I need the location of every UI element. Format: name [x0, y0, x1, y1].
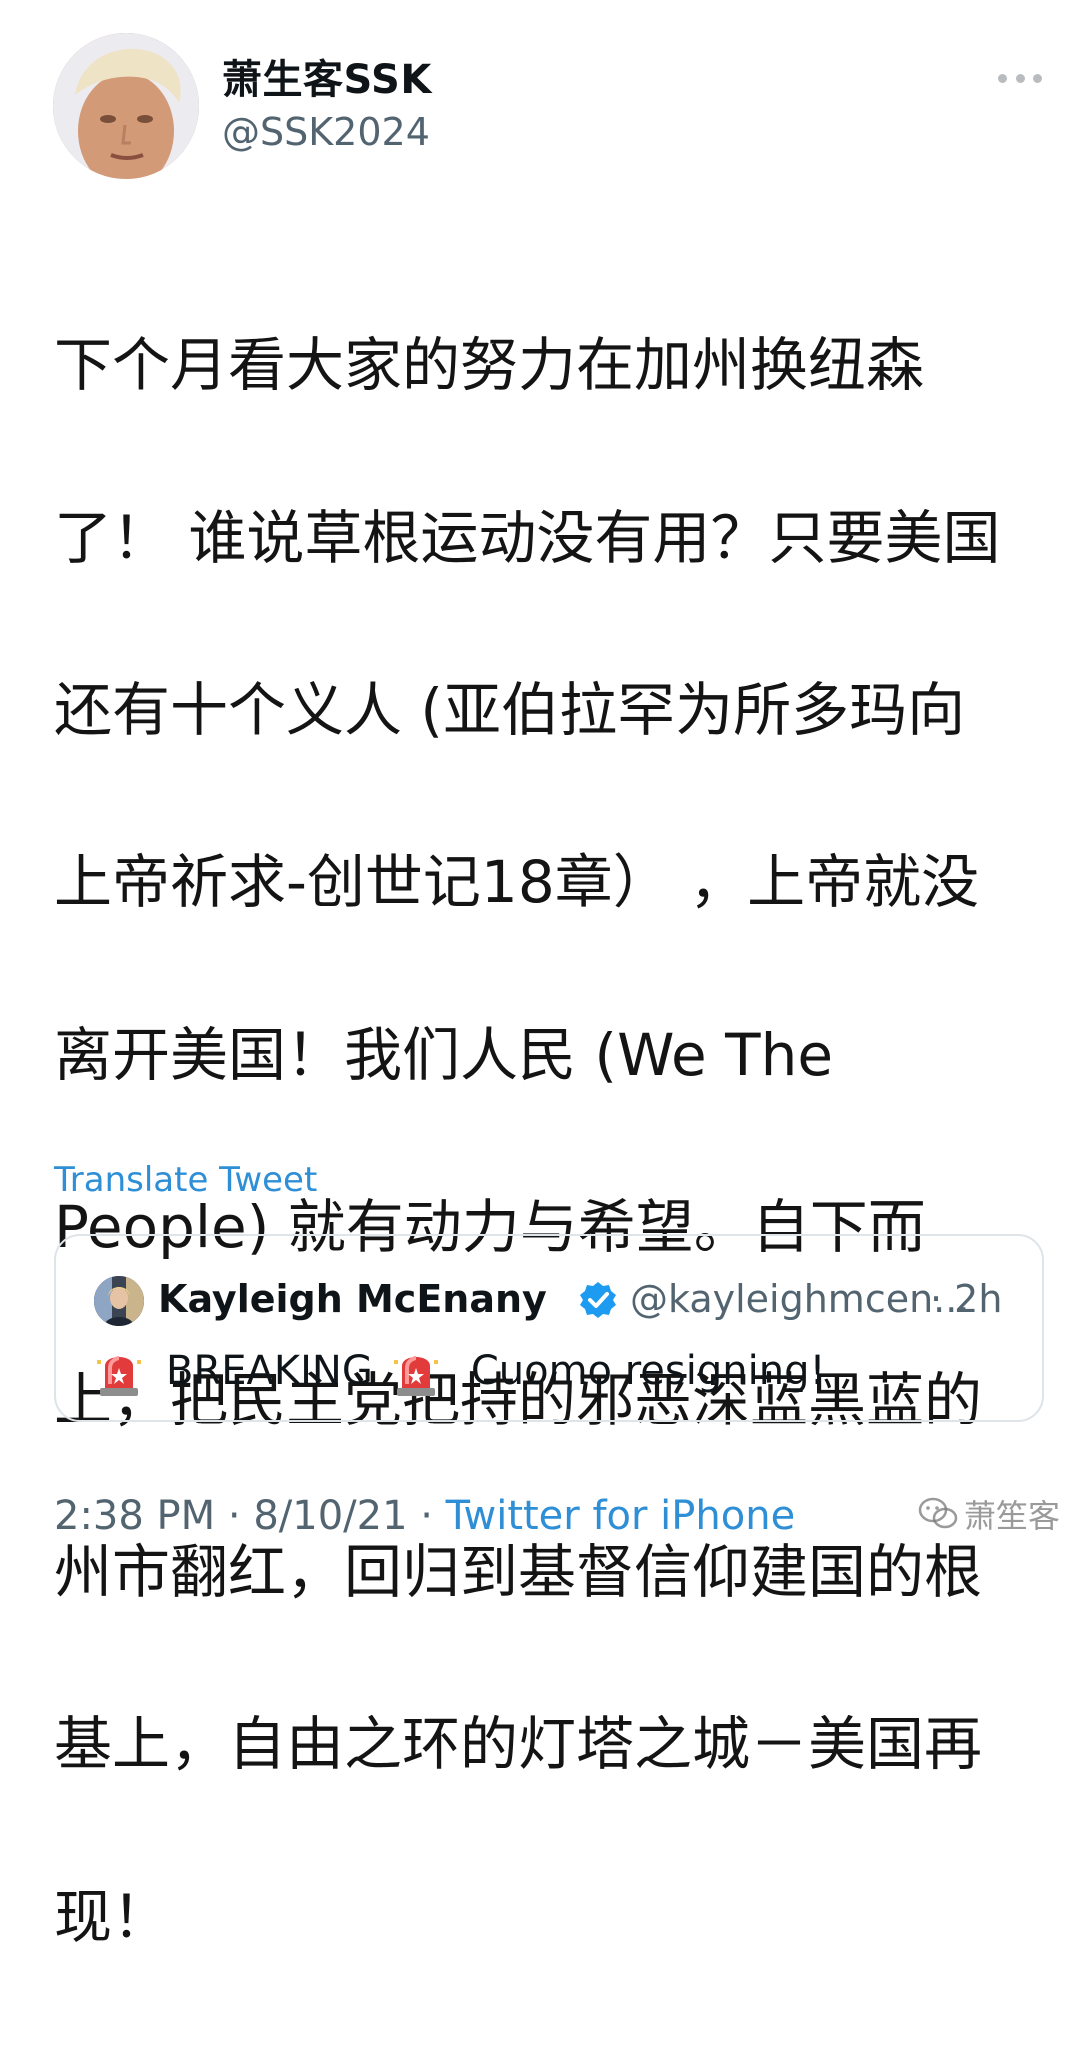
dot [1015, 73, 1025, 83]
tweet-timestamp[interactable]: 2:38 PM · 8/10/21 · [54, 1493, 446, 1539]
quoted-text-breaking: BREAKING [166, 1348, 373, 1394]
quoted-avatar-image [94, 1276, 144, 1326]
quoted-author-avatar[interactable] [94, 1276, 144, 1326]
tweet-text-line: 了！ 谁说草根运动没有用？只要美国 [54, 503, 1001, 572]
tweet-text-line: 基上，自由之环的灯塔之城－美国再 [54, 1710, 983, 1779]
dot [998, 73, 1007, 83]
tweet-text-line: 上帝祈求-创世记18章） ，上帝就没 [54, 848, 980, 917]
author-avatar[interactable] [53, 33, 199, 179]
siren-emoji-icon [393, 1356, 438, 1396]
quoted-text-main: Cuomo resigning! [470, 1348, 826, 1394]
verified-badge-icon [580, 1282, 616, 1318]
tweet-text-line: 离开美国！我们人民 (We The [54, 1020, 834, 1089]
tweet-text-line: 下个月看大家的努力在加州换纽森 [54, 331, 925, 400]
translate-tweet-link[interactable]: Translate Tweet [54, 1158, 317, 1202]
quoted-tweet-text: BREAKING Cuomo resigning! [96, 1344, 826, 1398]
siren-emoji-icon [97, 1356, 141, 1396]
quoted-author-handle[interactable]: @kayleighmcen... [630, 1274, 969, 1324]
author-display-name[interactable]: 萧生客SSK [222, 55, 432, 105]
more-dots-icon[interactable] [998, 66, 1042, 90]
quoted-author-name[interactable]: Kayleigh McEnany [158, 1274, 547, 1324]
author-handle[interactable]: @SSK2024 [222, 108, 430, 156]
tweet-meta: 2:38 PM · 8/10/21 · Twitter for iPhone [54, 1490, 795, 1542]
tweet-source-link[interactable]: Twitter for iPhone [446, 1493, 796, 1539]
tweet-text: 下个月看大家的努力在加州换纽森 了！ 谁说草根运动没有用？只要美国 还有十个义人… [54, 236, 1054, 2046]
watermark-text: 萧笙客 [964, 1497, 1061, 1535]
quoted-tweet-card[interactable]: Kayleigh McEnany @kayleighmcen... · 2h B… [54, 1234, 1044, 1422]
wechat-icon [918, 1497, 958, 1529]
tweet-text-line: 还有十个义人 (亚伯拉罕为所多玛向 [54, 676, 966, 745]
watermark: 萧笙客 [918, 1494, 1061, 1535]
quoted-tweet-time: · 2h [930, 1277, 1003, 1321]
avatar-image [53, 33, 199, 179]
tweet-text-line: 现！ [54, 1882, 171, 1951]
dot [1033, 73, 1042, 83]
